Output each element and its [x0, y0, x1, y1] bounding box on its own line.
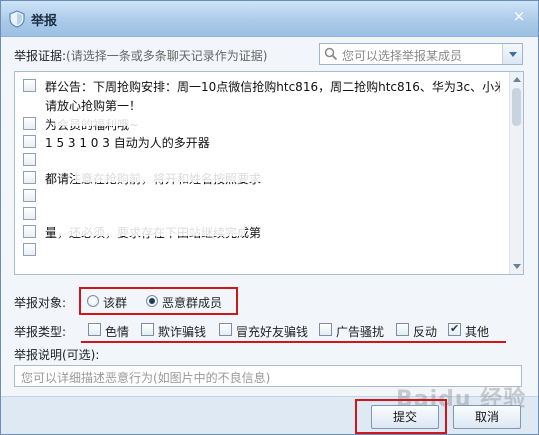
list-item[interactable]: [15, 186, 505, 206]
evidence-hint: (请选择一条或多条聊天记录作为证据): [66, 49, 268, 63]
report-dialog: 举报 × 举报证据:(请选择一条或多条聊天记录作为证据) 您可以选择举报某成员 …: [0, 0, 539, 435]
highlight-box-target: [79, 287, 238, 315]
type-checkbox-porn[interactable]: [88, 323, 101, 336]
message-checkbox[interactable]: [23, 117, 36, 130]
type-checkbox-impersonation[interactable]: [219, 323, 232, 336]
chat-record-list[interactable]: 群公告：下周抢购安排：周一10点微信抢购htc816，周二抢购htc816、华为…: [14, 71, 524, 275]
scroll-up-icon[interactable]: [513, 77, 521, 82]
message-checkbox[interactable]: [23, 189, 36, 202]
message-text: 群公告：下周抢购安排：周一10点微信抢购htc816，周二抢购htc816、华为…: [45, 80, 500, 94]
description-placeholder: 您可以详细描述恶意行为(如图片中的不良信息): [21, 371, 271, 385]
dialog-title: 举报: [31, 14, 58, 29]
scroll-down-icon[interactable]: [513, 264, 521, 269]
type-option-label[interactable]: 其他: [465, 323, 489, 340]
type-checkbox-ads[interactable]: [319, 323, 332, 336]
close-button[interactable]: ×: [508, 6, 530, 26]
type-option-label[interactable]: 广告骚扰: [336, 323, 384, 340]
scroll-thumb[interactable]: [512, 88, 521, 126]
message-checkbox[interactable]: [23, 135, 36, 148]
member-select[interactable]: 您可以选择举报某成员: [319, 43, 523, 65]
type-checkbox-other[interactable]: [448, 322, 461, 336]
message-checkbox[interactable]: [23, 171, 36, 184]
type-checkbox-reactionary[interactable]: [396, 323, 409, 336]
highlight-underline-type: [81, 341, 506, 343]
message-checkbox[interactable]: [23, 225, 36, 238]
redaction-smear: [75, 168, 315, 182]
redaction-smear: [55, 112, 235, 126]
list-item[interactable]: [15, 240, 505, 260]
shield-icon: [9, 10, 25, 28]
list-item[interactable]: [15, 150, 505, 170]
type-option-label[interactable]: 反动: [413, 323, 437, 340]
evidence-label: 举报证据:(请选择一条或多条聊天记录作为证据): [14, 47, 267, 64]
type-option-label[interactable]: 冒充好友骗钱: [236, 323, 308, 340]
redaction-smear: [55, 222, 245, 236]
message-checkbox[interactable]: [23, 153, 36, 166]
message-checkbox[interactable]: [23, 243, 36, 256]
title-bar[interactable]: 举报 ×: [1, 1, 538, 37]
chevron-down-icon[interactable]: [502, 44, 522, 64]
type-option-label[interactable]: 色情: [105, 323, 129, 340]
search-icon: [324, 47, 338, 61]
list-item[interactable]: 群公告：下周抢购安排：周一10点微信抢购htc816，周二抢购htc816、华为…: [15, 76, 505, 96]
message-checkbox[interactable]: [23, 79, 36, 92]
list-item[interactable]: [15, 204, 505, 224]
target-label: 举报对象:: [14, 296, 67, 310]
member-select-placeholder: 您可以选择举报某成员: [342, 49, 463, 63]
list-scrollbar[interactable]: [509, 72, 523, 274]
type-checkbox-fraud[interactable]: [141, 323, 154, 336]
message-text: 1 5 3 1 0 3 自动为人的多开器: [45, 136, 210, 150]
type-option-label[interactable]: 欺诈骗钱: [158, 323, 206, 340]
highlight-box-submit: [355, 399, 447, 434]
type-label: 举报类型:: [14, 325, 67, 339]
message-checkbox[interactable]: [23, 207, 36, 220]
list-item[interactable]: 1 5 3 1 0 3 自动为人的多开器: [15, 132, 505, 152]
cancel-button[interactable]: 取消: [453, 405, 521, 429]
evidence-label-text: 举报证据:: [14, 49, 67, 63]
description-label: 举报说明(可选):: [14, 348, 100, 362]
